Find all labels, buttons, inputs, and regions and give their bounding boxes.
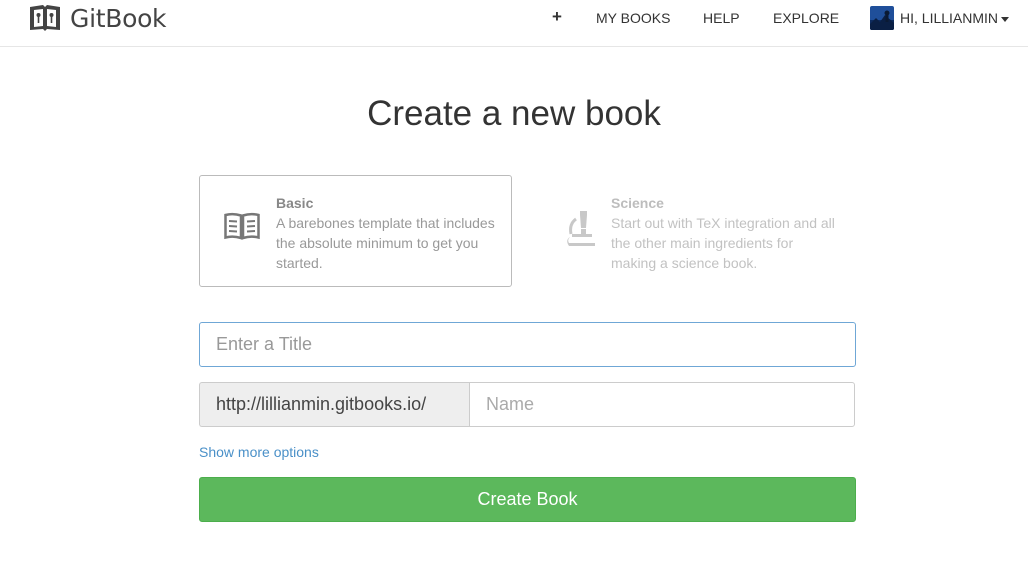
template-description: Start out with TeX integration and all t… (611, 215, 835, 271)
template-science-text: Science Start out with TeX integration a… (611, 193, 836, 273)
template-basic[interactable]: Basic A barebones template that includes… (199, 175, 512, 287)
nav-help[interactable]: HELP (703, 10, 740, 26)
nav-explore[interactable]: EXPLORE (773, 10, 839, 26)
top-navbar: GitBook + MY BOOKS HELP EXPLORE HI, LILL… (0, 0, 1028, 47)
open-book-icon (224, 212, 260, 245)
microscope-icon (567, 210, 597, 253)
template-name: Science (611, 195, 664, 211)
title-input[interactable] (199, 322, 856, 367)
gitbook-logo[interactable]: GitBook (28, 2, 167, 34)
template-science[interactable]: Science Start out with TeX integration a… (534, 175, 847, 287)
gitbook-logo-icon (30, 5, 60, 31)
new-book-button[interactable]: + (552, 7, 562, 27)
nav-my-books[interactable]: MY BOOKS (596, 10, 670, 26)
user-greeting: HI, LILLIANMIN (900, 10, 999, 26)
url-prefix: http://lillianmin.gitbooks.io/ (199, 382, 469, 427)
avatar (870, 6, 894, 30)
template-name: Basic (276, 195, 314, 211)
url-input-group: http://lillianmin.gitbooks.io/ (199, 382, 855, 427)
name-input[interactable] (469, 382, 855, 427)
template-basic-text: Basic A barebones template that includes… (276, 193, 501, 273)
user-menu[interactable]: HI, LILLIANMIN (870, 6, 1010, 30)
template-description: A barebones template that includes the a… (276, 215, 495, 271)
create-book-button[interactable]: Create Book (199, 477, 856, 522)
page-title: Create a new book (367, 94, 661, 133)
caret-down-icon (1001, 16, 1010, 22)
show-more-options-link[interactable]: Show more options (199, 444, 319, 460)
brand-name: GitBook (70, 3, 167, 33)
